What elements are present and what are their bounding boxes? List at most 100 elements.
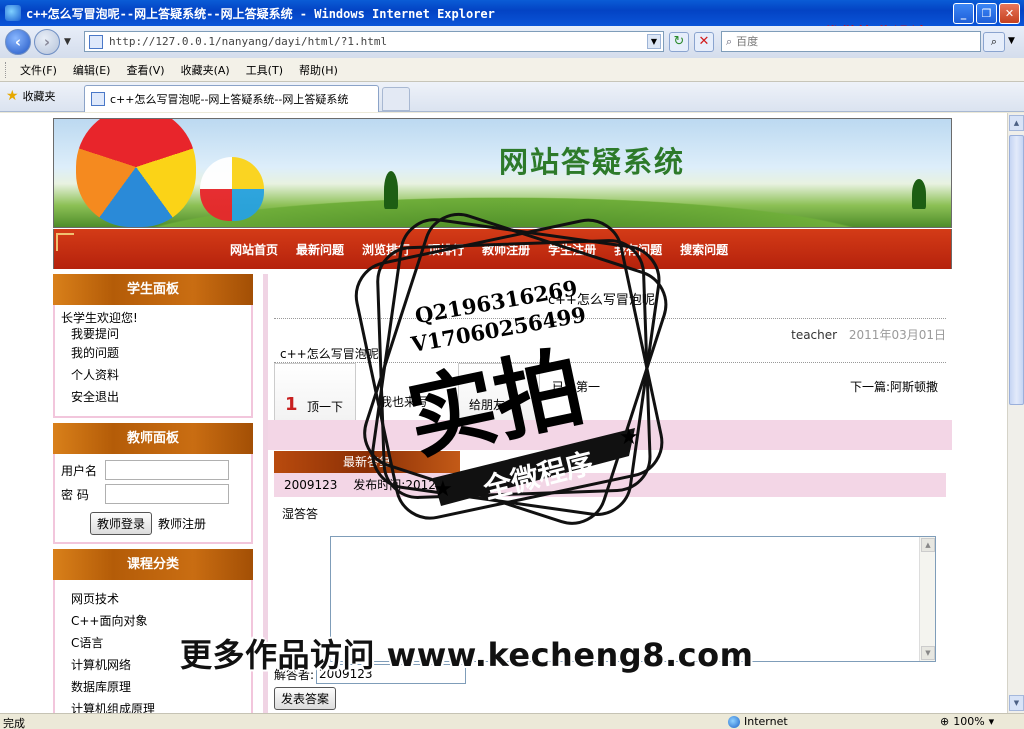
search-button[interactable]: ⌕ <box>983 32 1005 52</box>
balloon-image-small <box>200 157 264 221</box>
menu-view[interactable]: 查看(V) <box>124 60 166 80</box>
zoom-icon: ⊕ <box>940 715 950 728</box>
next-link[interactable]: 下一篇:阿斯顿撒 <box>850 378 938 395</box>
student-link-my-questions[interactable]: 我的问题 <box>55 342 251 364</box>
tabs-bar: ★ 收藏夹 c++怎么写冒泡呢--网上答疑系统--网上答疑系统 <box>0 82 1024 112</box>
new-tab-button[interactable] <box>382 87 410 111</box>
scroll-up-icon[interactable]: ▲ <box>921 538 935 552</box>
answer-content: 湿答答 <box>282 507 319 521</box>
tab-active[interactable]: c++怎么写冒泡呢--网上答疑系统--网上答疑系统 <box>84 85 379 112</box>
menu-edit[interactable]: 编辑(E) <box>71 60 113 80</box>
username-label: 用户名 <box>61 463 98 478</box>
toolbar-grip[interactable] <box>5 61 8 78</box>
page-icon <box>89 34 103 49</box>
watermark-stamp: Q2196316269 V17060256499 实拍 全微程序 ★ ★ <box>354 213 668 525</box>
menu-file[interactable]: 文件(F) <box>18 60 59 80</box>
window-title: c++怎么写冒泡呢--网上答疑系统--网上答疑系统 - Windows Inte… <box>26 6 495 21</box>
menu-favorites[interactable]: 收藏夹(A) <box>179 60 232 80</box>
minimize-button[interactable]: _ <box>953 3 974 24</box>
zoom-control[interactable]: ⊕ 100% ▾ <box>940 715 994 728</box>
forward-button[interactable]: › <box>34 29 60 55</box>
page-scrollbar[interactable]: ▲ ▼ <box>1007 113 1024 713</box>
password-input[interactable] <box>105 484 229 504</box>
site-name: 网站答疑系统 <box>499 145 686 179</box>
url-field[interactable]: http://127.0.0.1/nanyang/dayi/html/?1.ht… <box>84 31 664 52</box>
tab-label: c++怎么写冒泡呢--网上答疑系统--网上答疑系统 <box>110 93 349 106</box>
student-link-profile[interactable]: 个人资料 <box>55 364 251 386</box>
teacher-login-button[interactable]: 教师登录 <box>90 512 153 535</box>
tab-page-icon <box>91 92 105 106</box>
submit-answer-button[interactable]: 发表答案 <box>274 687 337 710</box>
teacher-login-actions: 教师登录 教师注册 <box>55 512 251 535</box>
favorites-button[interactable]: ★ 收藏夹 <box>6 88 56 104</box>
question-date: 2011年03月01日 <box>848 328 946 342</box>
menu-bar: 文件(F) 编辑(E) 查看(V) 收藏夹(A) 工具(T) 帮助(H) <box>0 58 1024 82</box>
search-box[interactable]: ⌕ <box>721 31 981 52</box>
zoom-level: 100% <box>953 715 985 728</box>
student-panel: 学生面板 长学生欢迎您! 我要提问 我的问题 个人资料 安全退出 <box>53 274 253 418</box>
student-welcome: 长学生欢迎您! <box>61 311 138 325</box>
status-bar: 完成 Internet ⊕ 100% ▾ <box>0 713 1024 729</box>
question-meta: teacher 2011年03月01日 <box>791 326 946 343</box>
teacher-panel: 教师面板 用户名 密 码 教师登录 教师注册 <box>53 423 253 544</box>
course-item[interactable]: 网页技术 <box>55 588 251 610</box>
password-row: 密 码 <box>55 482 251 506</box>
course-panel-title: 课程分类 <box>53 549 253 580</box>
status-text: 完成 <box>3 717 25 729</box>
search-engine-icon: ⌕ <box>726 34 733 48</box>
teacher-register-link[interactable]: 教师注册 <box>158 515 206 532</box>
course-item[interactable]: 数据库原理 <box>55 676 251 698</box>
scroll-up-icon[interactable]: ▲ <box>1009 115 1024 131</box>
stamp-star-icon: ★ <box>619 425 639 450</box>
textarea-scrollbar[interactable]: ▲ ▼ <box>919 537 935 661</box>
stop-button[interactable]: ✕ <box>694 32 714 52</box>
password-label: 密 码 <box>61 487 89 502</box>
security-zone[interactable]: Internet <box>728 715 788 728</box>
tree-image <box>384 171 398 209</box>
ie-app-icon <box>5 5 21 21</box>
close-button[interactable]: ✕ <box>999 3 1020 24</box>
student-links: 我要提问 我的问题 个人资料 安全退出 <box>55 326 251 408</box>
scroll-down-icon[interactable]: ▼ <box>921 646 935 660</box>
url-dropdown-icon[interactable]: ▼ <box>647 34 661 49</box>
question-author: teacher <box>791 328 838 342</box>
course-item[interactable]: C++面向对象 <box>55 610 251 632</box>
username-input[interactable] <box>105 460 229 480</box>
window-controls: _ ❐ ✕ <box>953 3 1020 24</box>
globe-icon <box>728 715 740 728</box>
course-item[interactable]: 计算机组成原理 <box>55 698 251 713</box>
tree-image <box>912 179 926 209</box>
address-toolbar: ‹ › ▼ http://127.0.0.1/nanyang/dayi/html… <box>0 26 1024 58</box>
zoom-dropdown-icon[interactable]: ▾ <box>989 715 995 728</box>
scroll-down-icon[interactable]: ▼ <box>1009 695 1024 711</box>
vote-label: 顶一下 <box>307 400 344 414</box>
teacher-panel-title: 教师面板 <box>53 423 253 454</box>
username-row: 用户名 <box>55 458 251 482</box>
stamp-star-icon: ★ <box>433 477 453 502</box>
nav-home[interactable]: 网站首页 <box>230 241 278 258</box>
menu-help[interactable]: 帮助(H) <box>297 60 340 80</box>
maximize-button[interactable]: ❐ <box>976 3 997 24</box>
refresh-button[interactable]: ↻ <box>669 32 689 52</box>
student-link-ask[interactable]: 我要提问 <box>55 326 251 342</box>
search-options-dropdown-icon[interactable]: ▼ <box>1008 36 1015 46</box>
teacher-login-form: 用户名 密 码 教师登录 教师注册 <box>53 454 253 544</box>
favorites-label: 收藏夹 <box>22 90 56 103</box>
back-button[interactable]: ‹ <box>5 29 31 55</box>
nav-corner-decoration <box>56 233 74 251</box>
student-panel-body: 长学生欢迎您! 我要提问 我的问题 个人资料 安全退出 <box>53 305 253 418</box>
nav-search[interactable]: 搜索问题 <box>680 241 728 258</box>
history-dropdown-icon[interactable]: ▼ <box>64 37 71 47</box>
vote-count: 1 <box>285 394 298 415</box>
menu-tools[interactable]: 工具(T) <box>244 60 285 80</box>
bottom-watermark: 更多作品访问 www.kecheng8.com <box>180 636 754 674</box>
search-input[interactable] <box>736 35 937 48</box>
student-link-logout[interactable]: 安全退出 <box>55 386 251 408</box>
zone-label: Internet <box>744 715 788 728</box>
favorites-star-icon: ★ <box>6 88 19 104</box>
answer-author: 2009123 <box>284 478 338 492</box>
url-text[interactable]: http://127.0.0.1/nanyang/dayi/html/?1.ht… <box>109 35 387 48</box>
scroll-thumb[interactable] <box>1009 135 1024 405</box>
balloon-image <box>76 119 196 227</box>
nav-latest[interactable]: 最新问题 <box>296 241 344 258</box>
